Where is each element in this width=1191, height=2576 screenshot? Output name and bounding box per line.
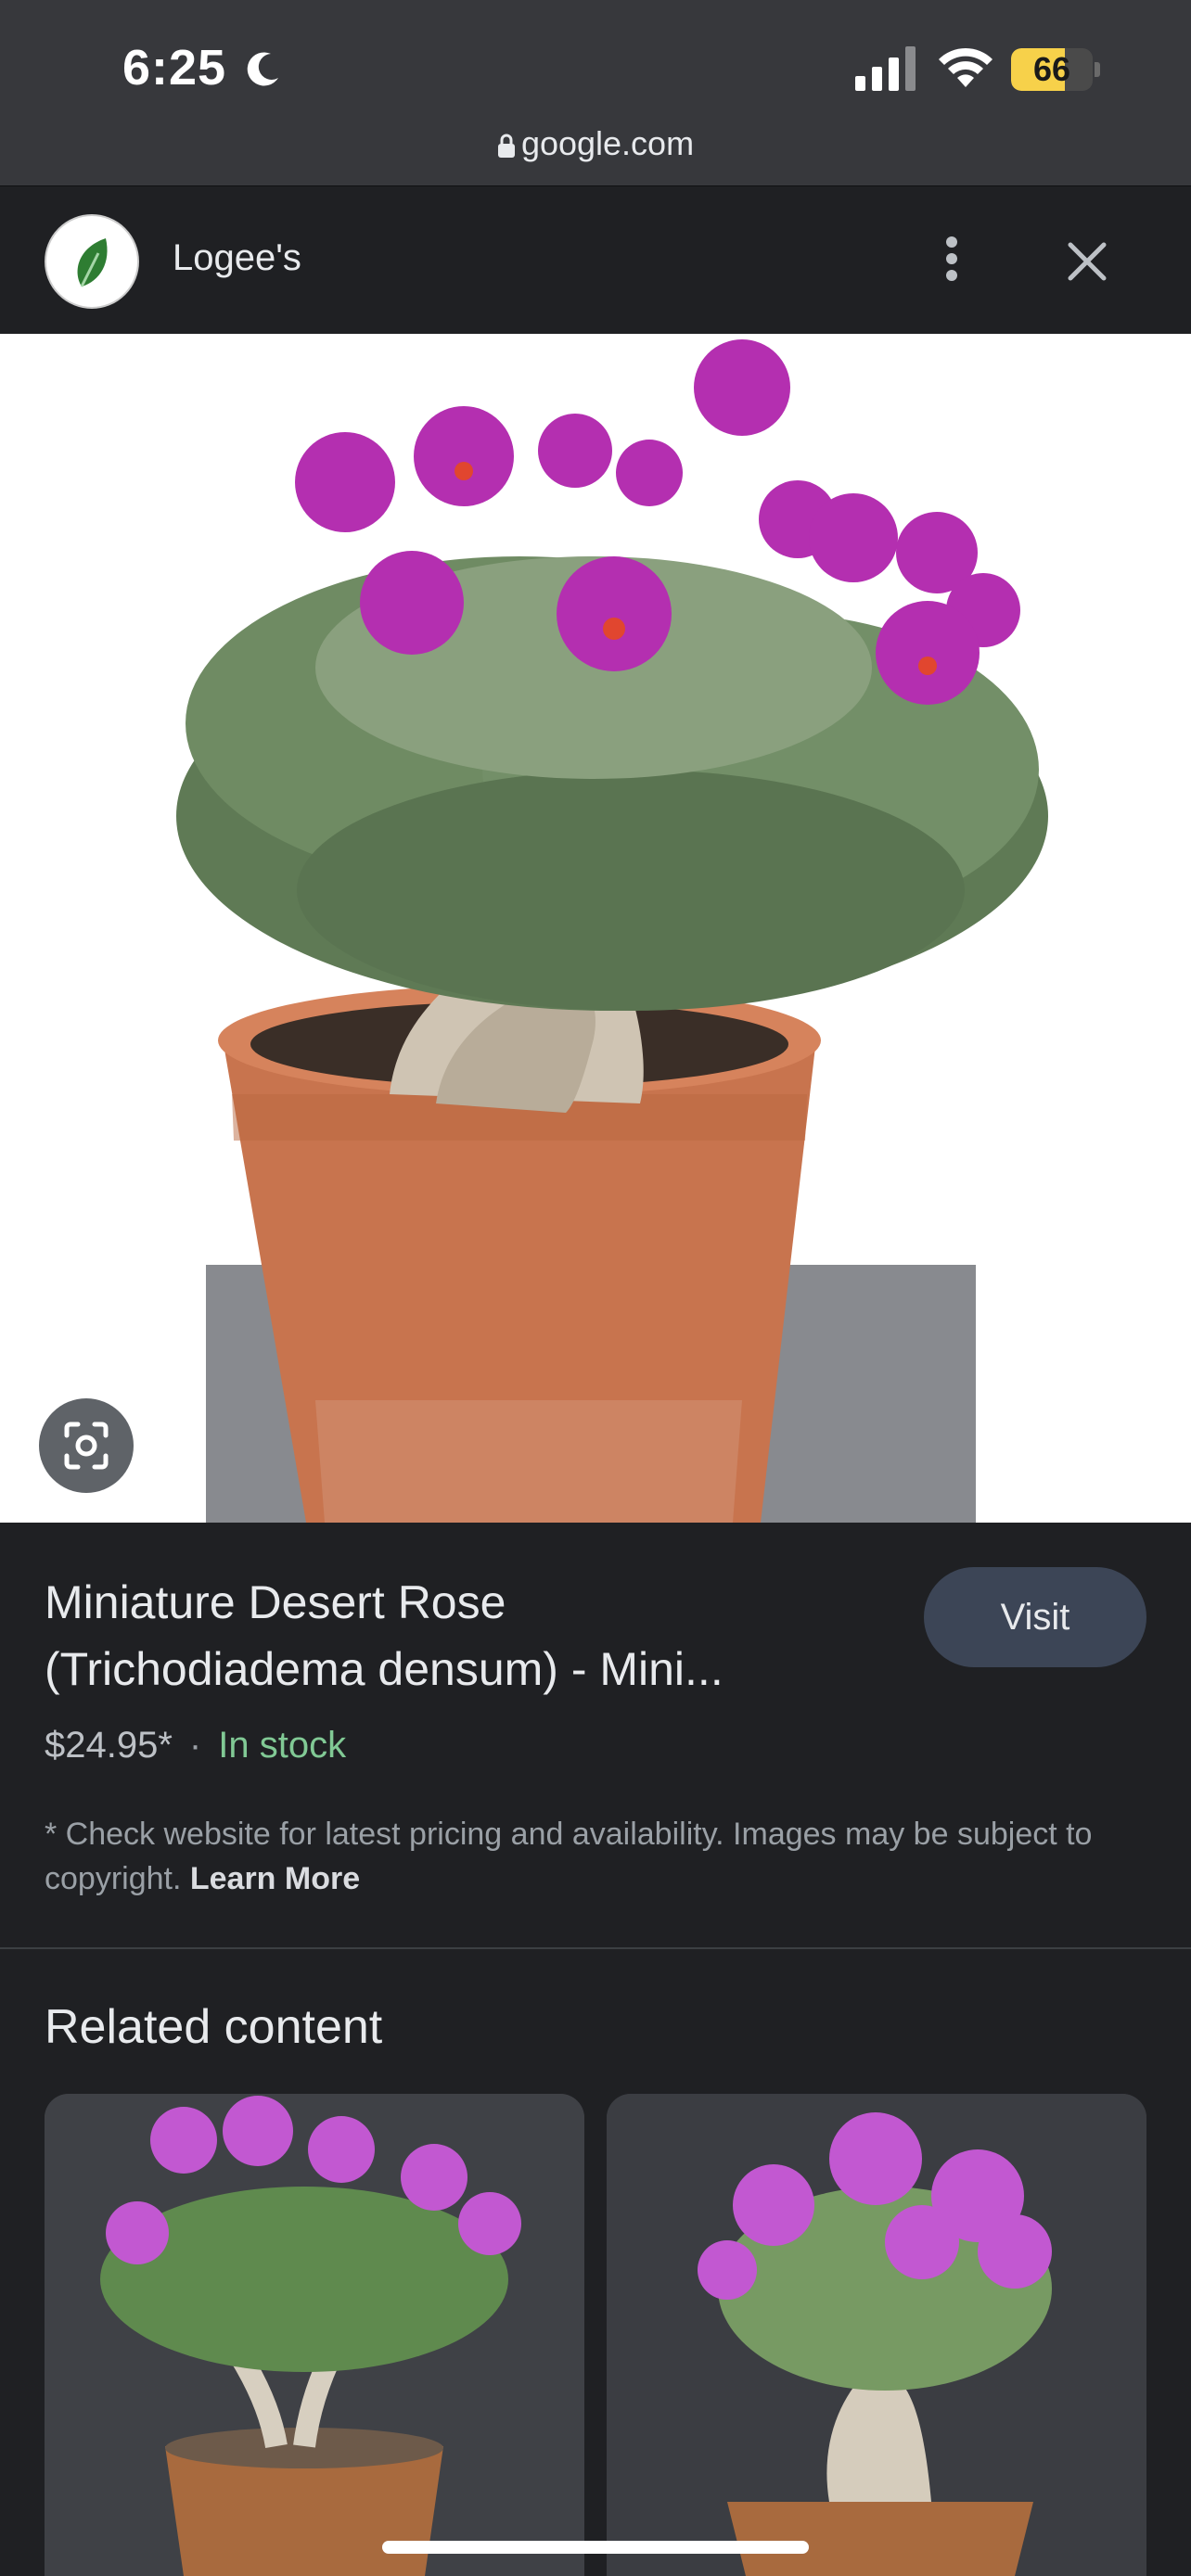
close-icon[interactable] (1063, 237, 1111, 286)
more-vert-icon[interactable] (933, 231, 970, 290)
price: $24.95* (45, 1725, 173, 1766)
site-name[interactable]: Logee's (173, 237, 301, 279)
moon-icon (247, 52, 278, 86)
learn-more-link[interactable]: Learn More (190, 1861, 360, 1896)
availability: In stock (218, 1725, 347, 1766)
product-info: Miniature Desert Rose (Trichodiadema den… (0, 1523, 1191, 1949)
top-chrome: 6:25 66 google.com (0, 0, 1191, 185)
site-logo[interactable] (45, 214, 139, 309)
related-image (45, 2094, 584, 2576)
status-time: 6:25 (122, 40, 227, 96)
battery-icon: 66 (1011, 48, 1100, 91)
related-card[interactable] (45, 2094, 584, 2576)
product-title-line2: (Trichodiadema densum) - Mini... (45, 1643, 724, 1695)
related-heading: Related content (45, 2000, 383, 2054)
disclaimer: * Check website for latest pricing and a… (45, 1812, 1148, 1901)
separator: · (188, 1725, 202, 1766)
divider (0, 1947, 1191, 1949)
related-image (607, 2094, 1146, 2576)
wifi-icon (939, 47, 992, 87)
leaf-logo-icon (77, 238, 108, 287)
product-title-line1: Miniature Desert Rose (45, 1576, 506, 1628)
battery-percent: 66 (1032, 50, 1071, 88)
url-domain: google.com (520, 124, 695, 162)
plant-illustration (176, 339, 1048, 1523)
url-bar[interactable]: google.com (0, 124, 1191, 163)
product-image[interactable] (0, 334, 1191, 1523)
product-title[interactable]: Miniature Desert Rose (Trichodiadema den… (45, 1569, 879, 1702)
lens-icon (64, 1422, 109, 1470)
lens-search-button[interactable] (39, 1398, 134, 1493)
related-card[interactable] (607, 2094, 1146, 2576)
visit-button[interactable]: Visit (924, 1567, 1146, 1667)
signal-icon (855, 46, 916, 91)
lock-icon (497, 134, 515, 158)
home-indicator[interactable] (382, 2541, 809, 2554)
panel-header: Logee's (0, 185, 1191, 334)
price-row: $24.95* · In stock (45, 1725, 346, 1766)
